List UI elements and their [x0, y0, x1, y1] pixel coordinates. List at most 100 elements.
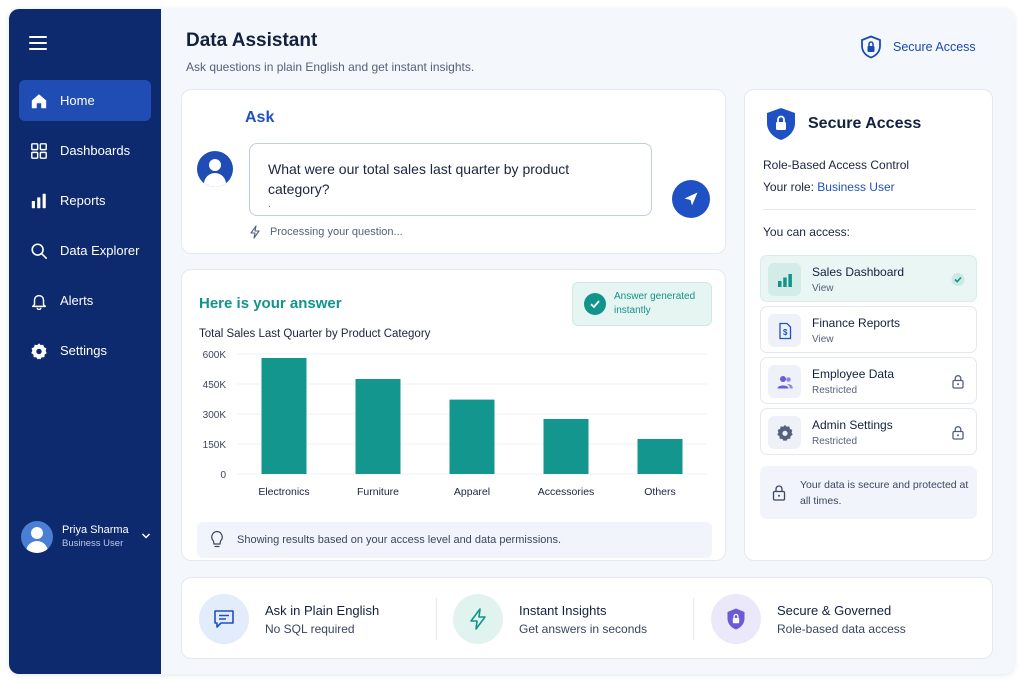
ask-card: Ask What were our total sales last quart…: [181, 89, 726, 254]
chart-title: Total Sales Last Quarter by Product Cate…: [199, 328, 431, 340]
processing-status: Processing your question...: [249, 225, 403, 239]
user-profile[interactable]: Priya Sharma Business User: [21, 520, 151, 554]
check-circle-icon: [584, 293, 606, 315]
avatar: [21, 521, 53, 553]
chevron-down-icon[interactable]: [141, 531, 151, 541]
bar: [543, 419, 589, 474]
secure-access-card: Secure Access Role-Based Access Control …: [744, 89, 993, 561]
bar-chart-icon: [768, 263, 801, 296]
sidebar-item-data-explorer[interactable]: Data Explorer: [19, 230, 151, 271]
users-icon: [768, 365, 801, 398]
question-input[interactable]: What were our total sales last quarter b…: [249, 143, 652, 216]
access-item-sales-dashboard[interactable]: Sales Dashboard View: [760, 255, 977, 302]
reports-icon: [29, 191, 49, 211]
lock-icon: [950, 373, 966, 389]
access-item-admin-settings[interactable]: Admin Settings Restricted: [760, 408, 977, 455]
page-title: Data Assistant: [186, 30, 318, 51]
user-role: Business User: [62, 538, 124, 549]
send-icon: [684, 192, 698, 206]
access-item-name: Admin Settings: [812, 418, 893, 432]
feature-title: Secure & Governed: [777, 602, 892, 618]
access-item-finance-reports[interactable]: $ Finance Reports View: [760, 306, 977, 353]
text-cursor: .: [268, 199, 271, 210]
svg-text:$: $: [782, 328, 787, 337]
secure-access-link[interactable]: Secure Access: [860, 35, 976, 59]
role-prefix: Your role:: [763, 180, 818, 194]
sidebar-item-label: Reports: [60, 193, 106, 208]
feature-title: Instant Insights: [519, 602, 607, 618]
divider: [763, 209, 976, 210]
x-tick-label: Electronics: [258, 486, 309, 498]
page-subtitle: Ask questions in plain English and get i…: [186, 60, 475, 74]
access-item-name: Sales Dashboard: [812, 265, 905, 279]
access-item-level: Restricted: [812, 385, 858, 396]
access-item-name: Finance Reports: [812, 316, 901, 330]
answer-generated-badge: Answer generated instantly: [572, 282, 712, 326]
feature-plain-english: Ask in Plain English No SQL required: [199, 594, 379, 644]
y-tick-label: 0: [220, 470, 226, 481]
y-tick-label: 450K: [203, 380, 227, 391]
shield-lock-icon: [861, 35, 881, 59]
feature-instant-insights: Instant Insights Get answers in seconds: [453, 594, 647, 644]
x-tick-label: Furniture: [357, 486, 399, 498]
search-icon: [29, 241, 49, 261]
bar: [355, 379, 401, 474]
sidebar-item-dashboards[interactable]: Dashboards: [19, 130, 151, 171]
sidebar-item-reports[interactable]: Reports: [19, 180, 151, 221]
answer-card: Here is your answer Answer generated ins…: [181, 269, 726, 561]
bar: [449, 399, 495, 474]
shield-lock-icon: [711, 594, 761, 644]
feature-strip: Ask in Plain English No SQL required Ins…: [181, 577, 993, 659]
security-note-text: Your data is secure and protected at all…: [800, 478, 969, 507]
sidebar-item-label: Dashboards: [60, 143, 131, 158]
sidebar-item-label: Alerts: [60, 293, 94, 308]
access-item-level: View: [812, 283, 834, 294]
lightning-icon: [250, 225, 260, 239]
access-item-employee-data[interactable]: Employee Data Restricted: [760, 357, 977, 404]
app-window: Home Dashboards Reports Data Explorer Al…: [9, 9, 1014, 674]
x-tick-label: Others: [644, 486, 676, 498]
secure-access-label: Secure Access: [893, 40, 976, 54]
feature-subtitle: Role-based data access: [777, 621, 906, 636]
y-tick-label: 600K: [203, 350, 227, 361]
check-icon: [950, 271, 966, 287]
gear-icon: [29, 341, 49, 361]
access-info-text: Showing results based on your access lev…: [237, 534, 562, 546]
bar: [261, 358, 307, 474]
sidebar-item-label: Home: [60, 93, 95, 108]
divider: [693, 598, 694, 640]
lock-icon: [950, 424, 966, 440]
rbac-label: Role-Based Access Control: [763, 158, 910, 172]
lightning-icon: [453, 594, 503, 644]
secure-access-header: Secure Access: [765, 107, 921, 141]
divider: [436, 598, 437, 640]
bell-icon: [29, 291, 49, 311]
y-tick-label: 150K: [203, 440, 227, 451]
feature-subtitle: No SQL required: [265, 621, 355, 636]
sidebar-item-settings[interactable]: Settings: [19, 330, 151, 371]
role-value: Business User: [817, 180, 895, 194]
lightbulb-icon: [211, 530, 223, 548]
sidebar-item-label: Data Explorer: [60, 243, 140, 258]
question-text: What were our total sales last quarter b…: [268, 161, 570, 197]
access-item-level: View: [812, 334, 834, 345]
access-info-bar: Showing results based on your access lev…: [197, 522, 712, 558]
badge-text: Answer generated instantly: [614, 291, 696, 316]
sidebar-item-alerts[interactable]: Alerts: [19, 280, 151, 321]
sidebar-nav: Home Dashboards Reports Data Explorer Al…: [19, 80, 151, 380]
dashboards-icon: [29, 141, 49, 161]
gear-icon: [768, 416, 801, 449]
sidebar: Home Dashboards Reports Data Explorer Al…: [9, 9, 161, 674]
x-tick-label: Accessories: [538, 486, 595, 498]
user-name: Priya Sharma: [62, 524, 129, 536]
menu-icon[interactable]: [29, 36, 47, 50]
secure-access-title: Secure Access: [808, 115, 922, 132]
access-item-name: Employee Data: [812, 367, 895, 381]
sidebar-item-home[interactable]: Home: [19, 80, 151, 121]
bar: [637, 439, 683, 474]
ask-label: Ask: [245, 109, 275, 126]
user-avatar-icon: [197, 151, 233, 187]
x-tick-label: Apparel: [454, 486, 490, 498]
send-button[interactable]: [672, 180, 710, 218]
feature-title: Ask in Plain English: [265, 602, 380, 618]
